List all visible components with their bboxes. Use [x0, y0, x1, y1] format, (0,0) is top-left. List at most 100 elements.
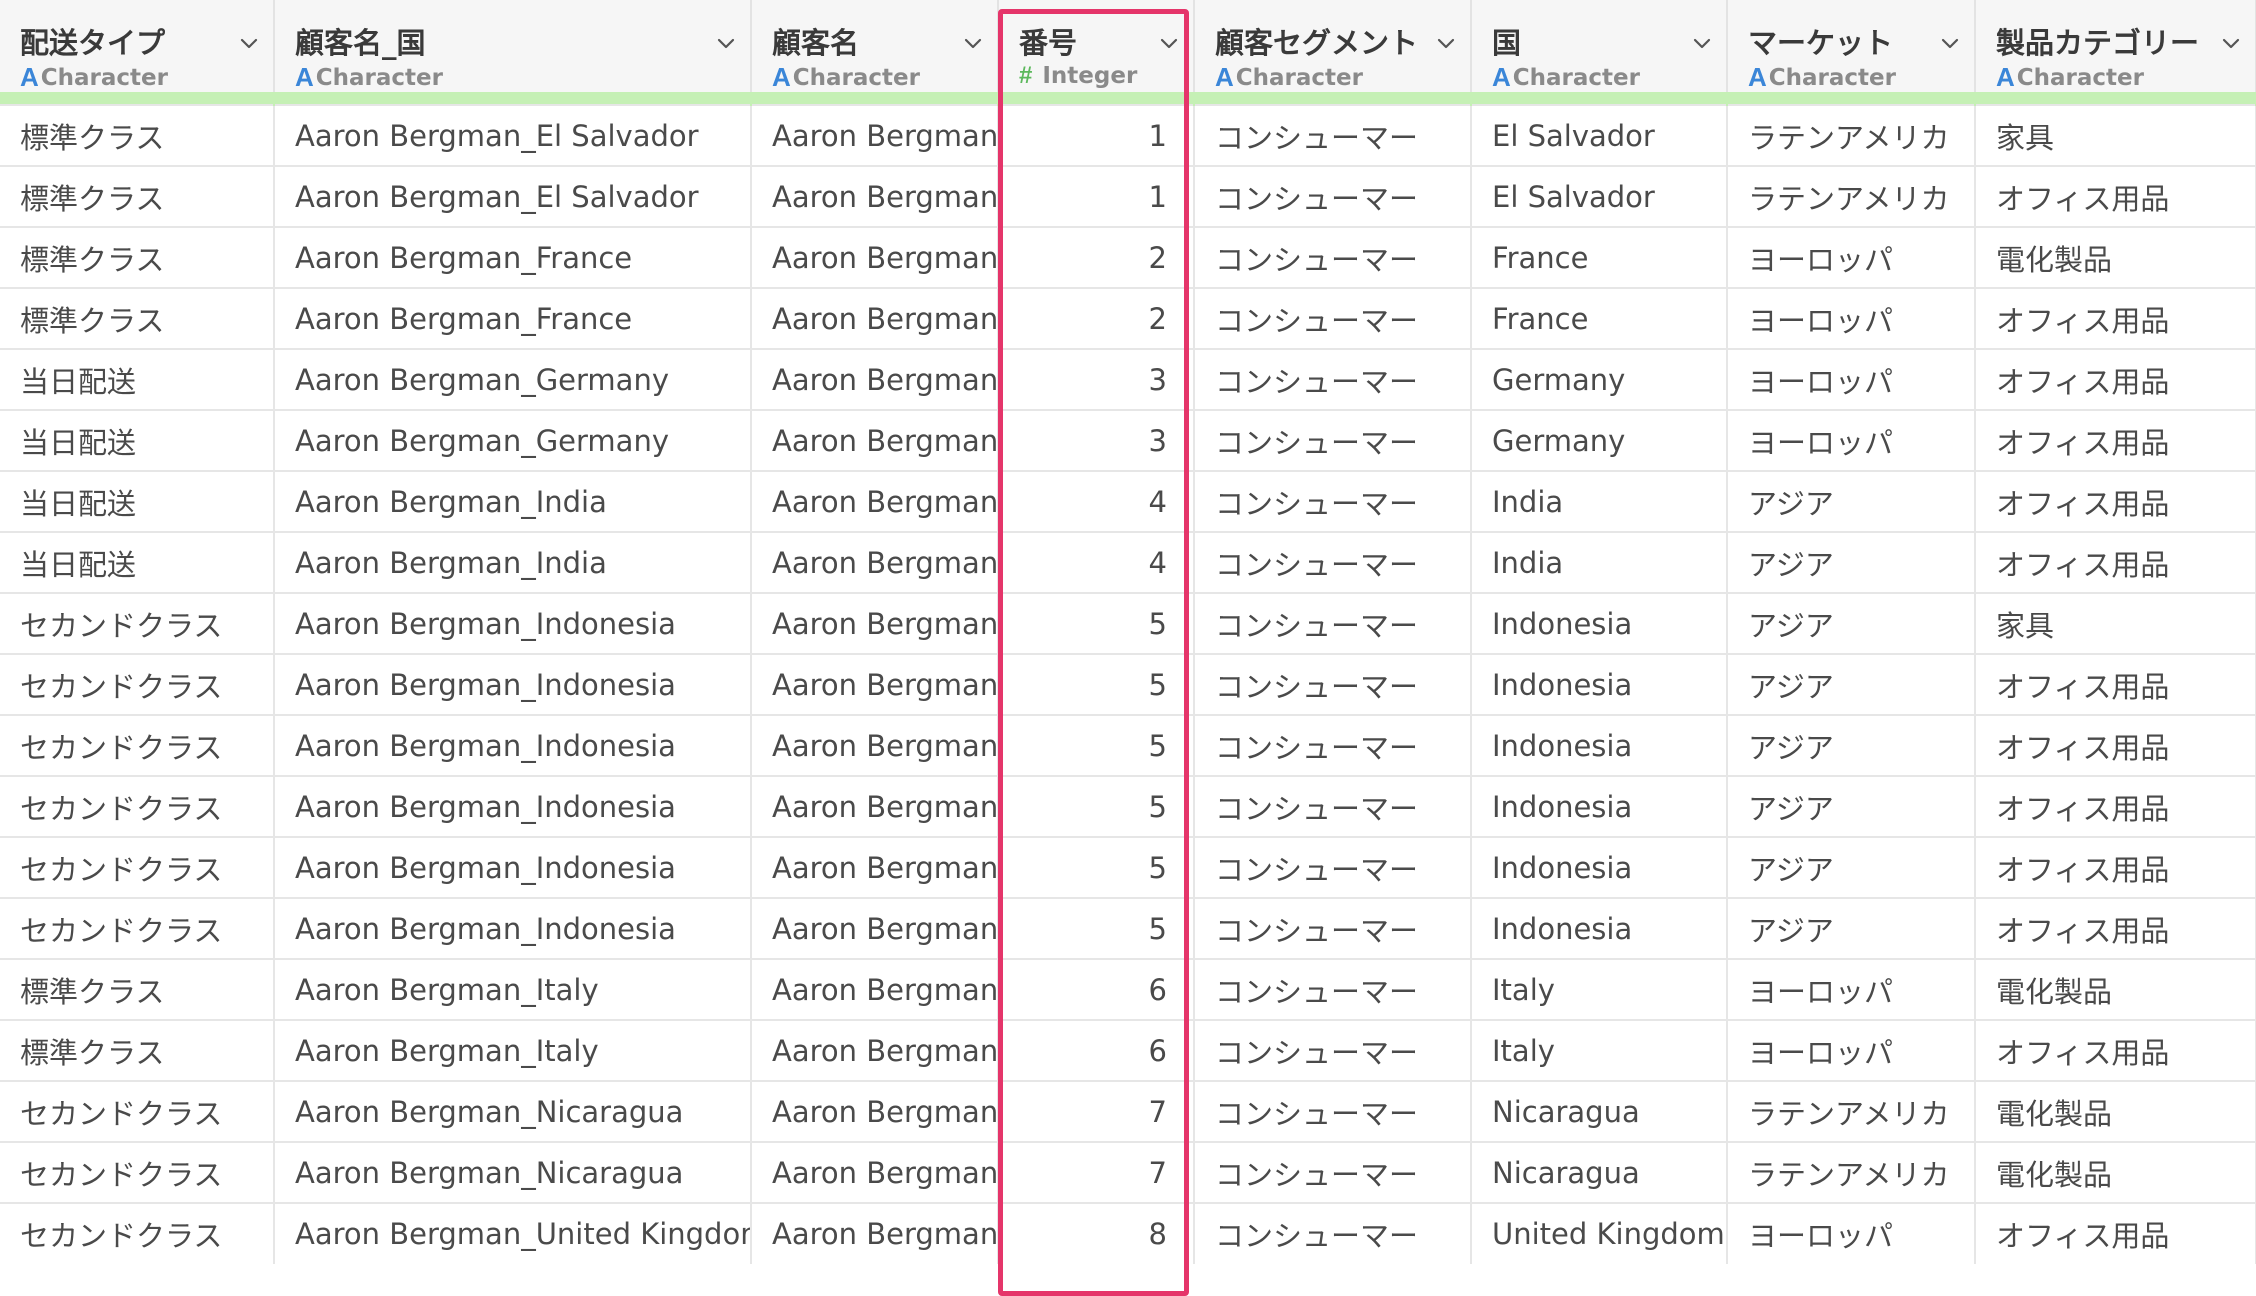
table-cell[interactable]: アジア [1727, 775, 1976, 837]
table-cell[interactable]: 3 [998, 348, 1195, 410]
table-row[interactable]: セカンドクラス Aaron Bergman_United Kingdom Aaron… [0, 1202, 2256, 1264]
table-cell[interactable]: Aaron Bergman_Indonesia [274, 836, 752, 898]
table-cell[interactable]: Aaron Bergman [751, 714, 999, 776]
table-cell[interactable]: Aaron Bergman [751, 165, 999, 227]
table-cell[interactable]: オフィス用品 [1975, 1202, 2256, 1264]
table-cell[interactable]: El Salvador [1471, 165, 1728, 227]
table-cell[interactable]: Aaron Bergman [751, 592, 999, 654]
column-header-8[interactable]: 製品カテゴリー A Character [1975, 0, 2256, 92]
table-cell[interactable]: オフィス用品 [1975, 714, 2256, 776]
table-cell[interactable]: コンシューマー [1194, 165, 1472, 227]
table-cell[interactable]: Aaron Bergman_Germany [274, 409, 752, 471]
table-cell[interactable]: 標準クラス [0, 104, 275, 166]
table-cell[interactable]: Aaron Bergman_Nicaragua [274, 1141, 752, 1203]
table-row[interactable]: セカンドクラス Aaron Bergman_Indonesia Aaron Berg… [0, 897, 2256, 959]
table-cell[interactable]: Aaron Bergman [751, 836, 999, 898]
table-cell[interactable]: Aaron Bergman_Indonesia [274, 653, 752, 715]
table-cell[interactable]: オフィス用品 [1975, 897, 2256, 959]
table-cell[interactable]: コンシューマー [1194, 409, 1472, 471]
table-cell[interactable]: オフィス用品 [1975, 348, 2256, 410]
table-cell[interactable]: コンシューマー [1194, 1019, 1472, 1081]
table-cell[interactable]: アジア [1727, 592, 1976, 654]
table-cell[interactable]: セカンドクラス [0, 1080, 275, 1142]
table-cell[interactable]: コンシューマー [1194, 348, 1472, 410]
table-cell[interactable]: 7 [998, 1080, 1195, 1142]
table-cell[interactable]: 標準クラス [0, 1019, 275, 1081]
table-cell[interactable]: El Salvador [1471, 104, 1728, 166]
table-cell[interactable]: セカンドクラス [0, 897, 275, 959]
table-cell[interactable]: アジア [1727, 653, 1976, 715]
table-cell[interactable]: Aaron Bergman_United Kingdom [274, 1202, 752, 1264]
table-cell[interactable]: アジア [1727, 531, 1976, 593]
table-cell[interactable]: Indonesia [1471, 897, 1728, 959]
table-cell[interactable]: ラテンアメリカ [1727, 1080, 1976, 1142]
table-cell[interactable]: オフィス用品 [1975, 287, 2256, 349]
table-cell[interactable]: コンシューマー [1194, 104, 1472, 166]
table-cell[interactable]: 7 [998, 1141, 1195, 1203]
table-cell[interactable]: ヨーロッパ [1727, 1019, 1976, 1081]
table-row[interactable]: セカンドクラス Aaron Bergman_Indonesia Aaron Berg… [0, 775, 2256, 837]
table-cell[interactable]: 標準クラス [0, 165, 275, 227]
table-cell[interactable]: オフィス用品 [1975, 531, 2256, 593]
table-cell[interactable]: India [1471, 531, 1728, 593]
table-cell[interactable]: Aaron Bergman_India [274, 531, 752, 593]
table-row[interactable]: 標準クラス Aaron Bergman_Italy Aaron Bergman 6 コン… [0, 958, 2256, 1020]
table-cell[interactable]: Italy [1471, 1019, 1728, 1081]
table-cell[interactable]: Aaron Bergman [751, 897, 999, 959]
table-cell[interactable]: コンシューマー [1194, 653, 1472, 715]
table-cell[interactable]: セカンドクラス [0, 653, 275, 715]
chevron-down-icon[interactable] [1159, 34, 1179, 54]
table-row[interactable]: 当日配送 Aaron Bergman_India Aaron Bergman 4 コンシ… [0, 470, 2256, 532]
table-cell[interactable]: ラテンアメリカ [1727, 165, 1976, 227]
table-cell[interactable]: コンシューマー [1194, 1080, 1472, 1142]
column-header-4[interactable]: 番号 # Integer [998, 0, 1195, 92]
table-cell[interactable]: Aaron Bergman_France [274, 226, 752, 288]
table-cell[interactable]: Nicaragua [1471, 1141, 1728, 1203]
chevron-down-icon[interactable] [239, 34, 259, 54]
table-row[interactable]: 標準クラス Aaron Bergman_France Aaron Bergman 2 コ… [0, 287, 2256, 349]
table-cell[interactable]: Aaron Bergman_Indonesia [274, 592, 752, 654]
table-cell[interactable]: 当日配送 [0, 470, 275, 532]
table-cell[interactable]: Aaron Bergman [751, 653, 999, 715]
column-header-5[interactable]: 顧客セグメント A Character [1194, 0, 1472, 92]
table-cell[interactable]: コンシューマー [1194, 836, 1472, 898]
table-cell[interactable]: Indonesia [1471, 775, 1728, 837]
table-cell[interactable]: 標準クラス [0, 958, 275, 1020]
table-cell[interactable]: コンシューマー [1194, 287, 1472, 349]
column-header-7[interactable]: マーケット A Character [1727, 0, 1976, 92]
table-cell[interactable]: セカンドクラス [0, 1202, 275, 1264]
table-cell[interactable]: オフィス用品 [1975, 1019, 2256, 1081]
table-cell[interactable]: Italy [1471, 958, 1728, 1020]
table-cell[interactable]: 4 [998, 531, 1195, 593]
table-cell[interactable]: オフィス用品 [1975, 653, 2256, 715]
table-cell[interactable]: Indonesia [1471, 653, 1728, 715]
table-cell[interactable]: 電化製品 [1975, 1080, 2256, 1142]
table-row[interactable]: セカンドクラス Aaron Bergman_Nicaragua Aaron Berg… [0, 1080, 2256, 1142]
table-cell[interactable]: セカンドクラス [0, 714, 275, 776]
table-row[interactable]: 当日配送 Aaron Bergman_Germany Aaron Bergman 3 コ… [0, 409, 2256, 471]
table-cell[interactable]: Indonesia [1471, 836, 1728, 898]
table-cell[interactable]: ヨーロッパ [1727, 958, 1976, 1020]
table-row[interactable]: セカンドクラス Aaron Bergman_Indonesia Aaron Berg… [0, 836, 2256, 898]
table-cell[interactable]: 3 [998, 409, 1195, 471]
table-cell[interactable]: 当日配送 [0, 531, 275, 593]
table-cell[interactable]: Aaron Bergman [751, 104, 999, 166]
table-cell[interactable]: Aaron Bergman_India [274, 470, 752, 532]
table-cell[interactable]: ヨーロッパ [1727, 287, 1976, 349]
column-header-6[interactable]: 国 A Character [1471, 0, 1728, 92]
table-cell[interactable]: Aaron Bergman_Indonesia [274, 714, 752, 776]
table-cell[interactable]: ラテンアメリカ [1727, 104, 1976, 166]
table-cell[interactable]: Germany [1471, 409, 1728, 471]
table-cell[interactable]: Aaron Bergman_Indonesia [274, 775, 752, 837]
table-cell[interactable]: Aaron Bergman_Indonesia [274, 897, 752, 959]
table-cell[interactable]: 4 [998, 470, 1195, 532]
table-cell[interactable]: セカンドクラス [0, 775, 275, 837]
table-row[interactable]: セカンドクラス Aaron Bergman_Indonesia Aaron Berg… [0, 592, 2256, 654]
table-row[interactable]: 当日配送 Aaron Bergman_India Aaron Bergman 4 コンシ… [0, 531, 2256, 593]
table-cell[interactable]: 5 [998, 897, 1195, 959]
table-cell[interactable]: コンシューマー [1194, 592, 1472, 654]
table-cell[interactable]: Aaron Bergman_Italy [274, 1019, 752, 1081]
table-cell[interactable]: 6 [998, 1019, 1195, 1081]
table-cell[interactable]: コンシューマー [1194, 714, 1472, 776]
table-cell[interactable]: 5 [998, 836, 1195, 898]
